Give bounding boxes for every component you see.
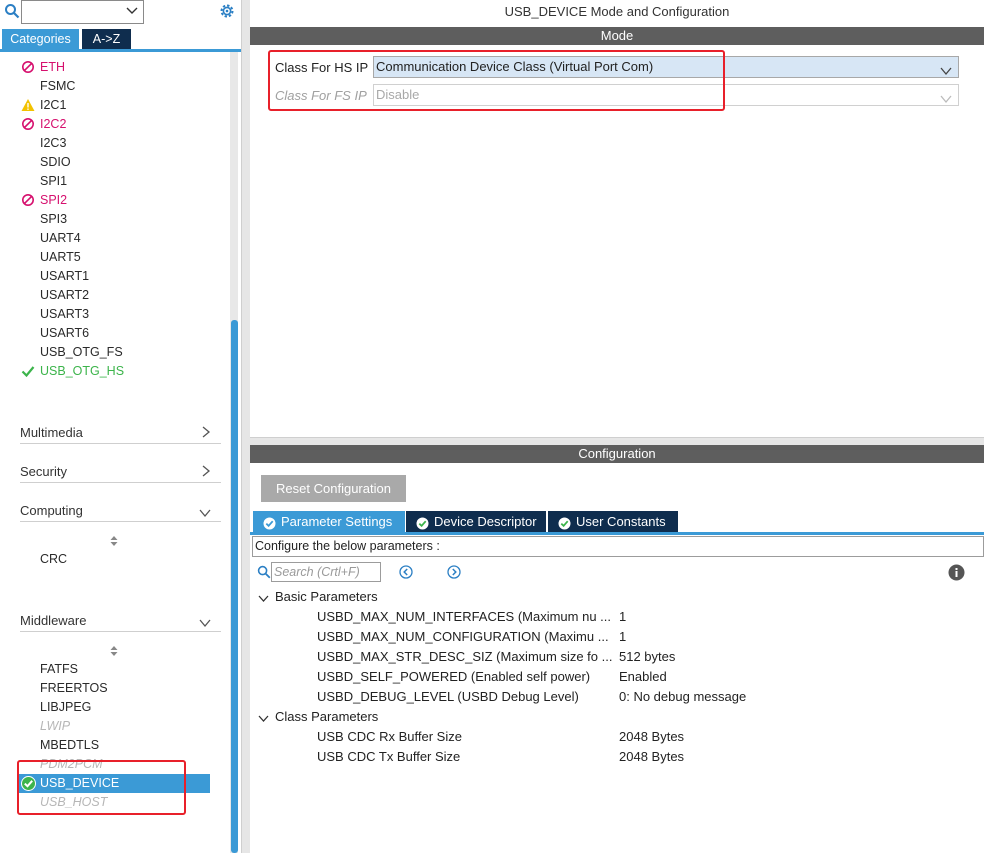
chevron-right-icon	[201, 464, 211, 482]
category-label: Computing	[20, 503, 83, 518]
tab-label: User Constants	[576, 514, 666, 529]
sidebar-item-crc[interactable]: CRC	[40, 550, 67, 569]
chevron-right-icon	[201, 425, 211, 443]
tab-device-descriptor[interactable]: Device Descriptor	[406, 511, 546, 532]
category-multimedia[interactable]: Multimedia	[20, 424, 221, 444]
tab-user-constants[interactable]: User Constants	[548, 511, 678, 532]
sidebar-item-libjpeg[interactable]: LIBJPEG	[40, 698, 91, 717]
tab-a-z[interactable]: A->Z	[82, 29, 131, 49]
sidebar-item-usart1[interactable]: USART1	[40, 267, 89, 286]
sidebar-item-fsmc[interactable]: FSMC	[40, 77, 75, 96]
sidebar-item-lwip[interactable]: LWIP	[40, 717, 70, 736]
sidebar-item-usb-otg-hs[interactable]: USB_OTG_HS	[40, 362, 124, 381]
reset-configuration-button[interactable]: Reset Configuration	[261, 475, 406, 502]
next-icon[interactable]	[447, 565, 461, 579]
sidebar-item-usb-otg-fs[interactable]: USB_OTG_FS	[40, 343, 123, 362]
tab-label: Parameter Settings	[281, 514, 393, 529]
search-icon[interactable]	[4, 3, 20, 19]
param-name: USBD_MAX_NUM_CONFIGURATION (Maximu ...	[317, 629, 609, 644]
param-name: USBD_MAX_STR_DESC_SIZ (Maximum size fo .…	[317, 649, 613, 664]
sidebar-item-fatfs[interactable]: FATFS	[40, 660, 78, 679]
tab-underline	[0, 49, 241, 52]
mode-header: Mode	[250, 27, 984, 45]
scrollbar-thumb[interactable]	[231, 320, 238, 853]
search-combo[interactable]	[21, 0, 144, 24]
sidebar-item-usart3[interactable]: USART3	[40, 305, 89, 324]
category-label: Multimedia	[20, 425, 83, 440]
previous-icon[interactable]	[399, 565, 413, 579]
check-circle-icon	[558, 515, 571, 530]
sidebar-item-spi2[interactable]: SPI2	[40, 191, 67, 210]
param-value[interactable]: Enabled	[619, 669, 667, 684]
sidebar-item-freertos[interactable]: FREERTOS	[40, 679, 108, 698]
chevron-down-icon	[199, 615, 211, 633]
configure-hint: Configure the below parameters :	[252, 536, 984, 557]
page-title: USB_DEVICE Mode and Configuration	[504, 4, 730, 19]
tab-categories[interactable]: Categories	[2, 29, 79, 49]
param-value[interactable]: 512 bytes	[619, 649, 675, 664]
sort-icon[interactable]	[108, 645, 120, 657]
blocked-icon	[21, 193, 35, 207]
param-name: USB CDC Rx Buffer Size	[317, 729, 462, 744]
param-value[interactable]: 2048 Bytes	[619, 729, 684, 744]
highlight-box-mode	[268, 50, 725, 111]
chevron-down-icon	[199, 505, 211, 523]
group-class-parameters[interactable]: Class Parameters	[275, 709, 378, 724]
tab-underline	[250, 532, 984, 535]
check-circle-icon	[263, 515, 276, 530]
sidebar-item-mbedtls[interactable]: MBEDTLS	[40, 736, 99, 755]
gear-icon[interactable]	[218, 2, 236, 20]
sort-icon[interactable]	[108, 535, 120, 547]
param-name: USBD_DEBUG_LEVEL (USBD Debug Level)	[317, 689, 579, 704]
sidebar-item-uart4[interactable]: UART4	[40, 229, 81, 248]
chevron-down-icon[interactable]	[258, 591, 269, 606]
blocked-icon	[21, 60, 35, 74]
configuration-header: Configuration	[250, 445, 984, 463]
sidebar-item-i2c3[interactable]: I2C3	[40, 134, 66, 153]
param-value[interactable]: 1	[619, 629, 626, 644]
sidebar-item-usart2[interactable]: USART2	[40, 286, 89, 305]
category-label: Security	[20, 464, 67, 479]
chevron-down-icon	[940, 90, 952, 110]
highlight-box-usb-device	[17, 760, 186, 815]
blocked-icon	[21, 117, 35, 131]
sidebar-item-i2c2[interactable]: I2C2	[40, 115, 66, 134]
category-computing[interactable]: Computing	[20, 502, 221, 522]
chevron-down-icon	[126, 4, 138, 19]
panel-divider[interactable]	[250, 437, 984, 445]
check-icon	[21, 364, 35, 378]
check-circle-icon	[416, 515, 429, 530]
tab-label: Device Descriptor	[434, 514, 537, 529]
param-name: USBD_SELF_POWERED (Enabled self power)	[317, 669, 591, 684]
chevron-down-icon[interactable]	[258, 711, 269, 726]
sidebar-item-sdio[interactable]: SDIO	[40, 153, 71, 172]
param-value[interactable]: 2048 Bytes	[619, 749, 684, 764]
param-name: USB CDC Tx Buffer Size	[317, 749, 461, 764]
warning-icon	[21, 98, 35, 112]
categories-panel: Categories A->Z ETH FSMC I2C1 I2C2 I2C3 …	[0, 0, 241, 853]
tab-parameter-settings[interactable]: Parameter Settings	[253, 511, 405, 532]
chevron-down-icon	[940, 62, 952, 82]
category-security[interactable]: Security	[20, 463, 221, 483]
search-icon	[257, 565, 271, 579]
param-value[interactable]: 0: No debug message	[619, 689, 746, 704]
category-middleware[interactable]: Middleware	[20, 612, 221, 632]
panel-splitter[interactable]	[241, 0, 250, 853]
parameter-search-input[interactable]: Search (Crtl+F)	[271, 562, 381, 582]
category-label: Middleware	[20, 613, 87, 628]
group-basic-parameters[interactable]: Basic Parameters	[275, 589, 378, 604]
mode-config-panel: USB_DEVICE Mode and Configuration Mode C…	[250, 0, 984, 853]
param-value[interactable]: 1	[619, 609, 626, 624]
sidebar-item-eth[interactable]: ETH	[40, 58, 65, 77]
sidebar-item-uart5[interactable]: UART5	[40, 248, 81, 267]
sidebar-item-spi3[interactable]: SPI3	[40, 210, 67, 229]
param-name: USBD_MAX_NUM_INTERFACES (Maximum nu ...	[317, 609, 612, 624]
sidebar-item-i2c1[interactable]: I2C1	[40, 96, 66, 115]
sidebar-item-spi1[interactable]: SPI1	[40, 172, 67, 191]
info-icon[interactable]	[948, 564, 965, 581]
sidebar-item-usart6[interactable]: USART6	[40, 324, 89, 343]
